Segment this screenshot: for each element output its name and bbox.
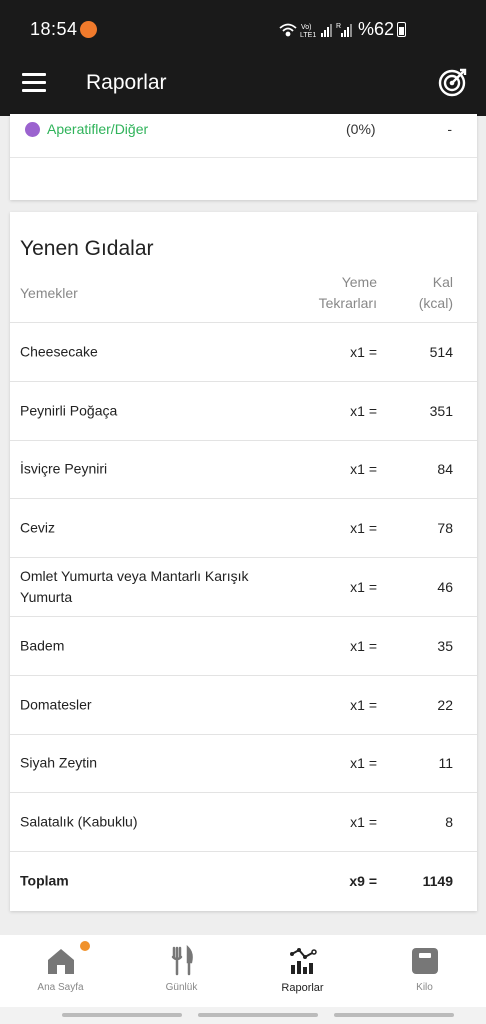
nav-label: Ana Sayfa [37,982,84,993]
notification-badge [80,941,90,951]
status-bar: 18:54 Vo) LTE1 R %62 [0,0,486,60]
food-kcal: 46 [437,579,453,596]
total-kcal: 1149 [422,873,453,890]
food-kcal: 22 [437,696,453,713]
food-name: Domatesler [20,696,92,713]
nav-label: Kilo [416,982,433,993]
nav-reports[interactable]: Raporlar [242,935,363,1007]
status-time: 18:54 [30,19,78,39]
food-name: Cheesecake [20,343,98,360]
bottom-navigation: Ana Sayfa Günlük Raporlar Kilo [0,935,486,1007]
menu-icon[interactable] [22,73,46,93]
food-row[interactable]: Cheesecake x1 = 514 [10,323,477,382]
column-header-reps: Yeme Tekrarları [319,272,377,314]
food-kcal: 11 [438,755,453,772]
cutlery-icon [171,945,193,976]
food-reps: x1 = [350,696,377,713]
food-name: Salatalık (Kabuklu) [20,813,138,830]
food-row[interactable]: Ceviz x1 = 78 [10,499,477,559]
food-kcal: 514 [429,343,453,360]
food-row[interactable]: Salatalık (Kabuklu) x1 = 8 [10,793,477,853]
column-header-kcal-line1: Kal [432,274,453,290]
food-name: Omlet Yumurta veya Mantarlı Karışık Yumu… [20,568,249,606]
wifi-icon [279,23,297,37]
food-name: Siyah Zeytin [20,754,98,771]
nav-diary[interactable]: Günlük [121,935,242,1007]
signal-icon [321,24,332,37]
food-row[interactable]: İsviçre Peyniri x1 = 84 [10,441,477,500]
category-percent: (0%) [346,121,376,137]
category-label: Aperatifler/Diğer [47,121,149,137]
food-row[interactable]: Badem x1 = 35 [10,617,477,676]
food-reps: x1 = [350,814,377,831]
column-header-kcal: Kal (kcal) [419,272,453,314]
battery-percent: %62 [357,19,394,39]
food-name: Badem [20,637,65,654]
food-kcal: 78 [437,520,453,537]
food-row[interactable]: Domatesler x1 = 22 [10,676,477,735]
food-row[interactable]: Siyah Zeytin x1 = 11 [10,735,477,794]
food-name: Ceviz [20,519,56,536]
food-list: Cheesecake x1 = 514 Peynirli Poğaça x1 =… [10,323,477,910]
food-name: Peynirli Poğaça [20,402,118,419]
report-chart-icon [289,948,317,974]
food-kcal: 8 [445,814,453,831]
food-reps: x1 = [350,402,377,419]
signal-2-icon [341,24,352,37]
home-icon [47,949,74,974]
category-value: - [447,121,452,137]
target-goal-icon[interactable] [438,67,468,97]
eaten-foods-card: Yenen Gıdalar Yemekler Yeme Tekrarları K… [10,212,477,911]
food-name: İsviçre Peyniri [20,460,108,477]
section-title: Yenen Gıdalar [20,237,154,260]
column-header-foods: Yemekler [20,285,78,301]
gesture-handle[interactable] [334,1013,454,1017]
food-row[interactable]: Omlet Yumurta veya Mantarlı Karışık Yumu… [10,558,477,617]
food-reps: x1 = [350,637,377,654]
nav-label: Günlük [165,982,198,993]
column-header-reps-line1: Yeme [341,274,377,290]
food-row[interactable]: Peynirli Poğaça x1 = 351 [10,382,477,441]
column-header-kcal-line2: (kcal) [418,295,453,311]
food-reps: x1 = [350,755,377,772]
gesture-bar [0,1007,486,1024]
lte-label: LTE1 [300,32,316,39]
nav-label: Raporlar [281,982,324,994]
food-kcal: 35 [437,637,453,654]
roaming-label: R [336,23,341,30]
food-reps: x1 = [350,579,377,596]
category-color-dot [25,122,40,137]
total-label: Toplam [20,872,69,889]
food-reps: x1 = [350,343,377,360]
scale-icon [411,948,438,974]
app-bar: Raporlar [0,52,486,116]
notification-app-icon [80,21,97,38]
food-reps: x1 = [350,461,377,478]
category-row: Aperatifler/Diğer (0%) - [10,114,477,158]
food-kcal: 84 [437,461,453,478]
volte-label: Vo) [301,24,312,31]
food-reps: x1 = [350,520,377,537]
column-header-reps-line2: Tekrarları [318,295,377,311]
food-kcal: 351 [429,402,453,419]
status-icons: Vo) LTE1 R [279,23,352,39]
category-card: Aperatifler/Diğer (0%) - [10,114,477,200]
nav-weight[interactable]: Kilo [364,935,485,1007]
gesture-handle[interactable] [62,1013,182,1017]
gesture-handle[interactable] [198,1013,318,1017]
total-row: Toplam x9 = 1149 [10,852,477,910]
page-title: Raporlar [86,71,167,94]
total-reps: x9 = [349,873,377,890]
nav-home[interactable]: Ana Sayfa [0,935,121,1007]
battery-icon [397,22,406,37]
